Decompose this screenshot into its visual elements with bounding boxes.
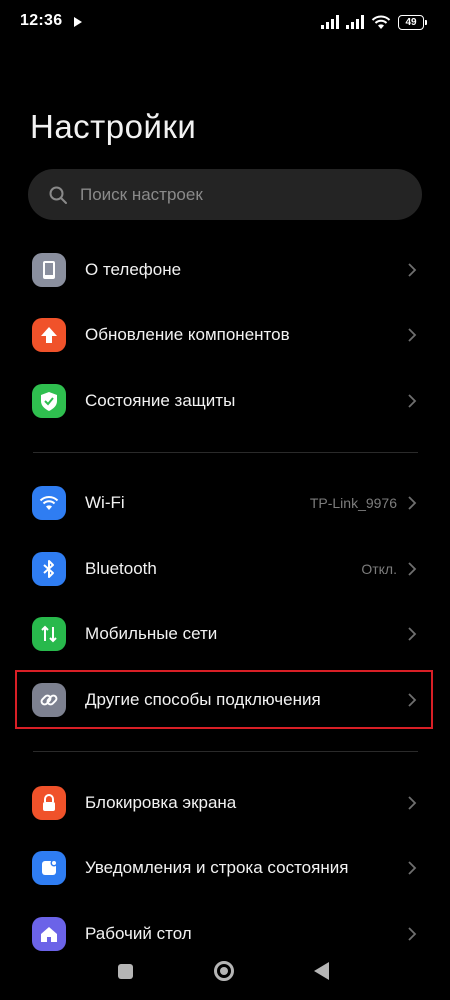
settings-item-label: О телефоне bbox=[85, 260, 182, 279]
chevron-right-icon bbox=[408, 394, 417, 408]
settings-item-label: Bluetooth bbox=[85, 559, 157, 578]
settings-item-label: Уведомления и строка состояния bbox=[85, 858, 349, 877]
battery-icon: 49 bbox=[398, 14, 427, 30]
divider bbox=[33, 452, 418, 453]
settings-item-label: Обновление компонентов bbox=[85, 325, 290, 344]
chevron-right-icon bbox=[408, 263, 417, 277]
bluetooth-icon bbox=[32, 552, 66, 586]
chevron-right-icon bbox=[408, 562, 417, 576]
navigation-bar bbox=[0, 945, 450, 1000]
settings-item-notifications[interactable]: Уведомления и строка состояния bbox=[0, 838, 450, 898]
settings-item-lock-screen[interactable]: Блокировка экрана bbox=[0, 773, 450, 833]
status-bar: 12:36 49 bbox=[0, 0, 450, 44]
recent-apps-button[interactable] bbox=[118, 964, 133, 979]
search-input[interactable] bbox=[80, 184, 380, 205]
chevron-right-icon bbox=[408, 861, 417, 875]
chevron-right-icon bbox=[408, 927, 417, 941]
chevron-right-icon bbox=[408, 627, 417, 641]
chevron-right-icon bbox=[408, 496, 417, 510]
wifi-icon bbox=[32, 486, 66, 520]
search-bar[interactable] bbox=[28, 169, 422, 220]
phone-icon bbox=[32, 253, 66, 287]
lock-icon bbox=[32, 786, 66, 820]
settings-item-mobile-networks[interactable]: Мобильные сети bbox=[0, 604, 450, 664]
search-icon bbox=[49, 186, 67, 204]
settings-item-bluetooth[interactable]: Bluetooth Откл. bbox=[0, 539, 450, 599]
notification-icon bbox=[32, 851, 66, 885]
chevron-right-icon bbox=[408, 328, 417, 342]
divider bbox=[33, 751, 418, 752]
page-title: Настройки bbox=[30, 108, 197, 145]
wifi-status-icon bbox=[371, 15, 391, 29]
settings-item-label: Блокировка экрана bbox=[85, 793, 237, 812]
play-indicator-icon bbox=[74, 17, 82, 27]
status-icons: 49 bbox=[321, 12, 427, 32]
wifi-network-name: TP-Link_9976 bbox=[309, 495, 397, 511]
settings-item-label: Wi-Fi bbox=[85, 493, 125, 512]
settings-item-label: Состояние защиты bbox=[85, 391, 236, 410]
battery-level: 49 bbox=[405, 16, 417, 28]
back-button[interactable] bbox=[314, 962, 329, 980]
status-time: 12:36 bbox=[20, 12, 63, 29]
settings-item-label: Мобильные сети bbox=[85, 624, 218, 643]
settings-item-wifi[interactable]: Wi-Fi TP-Link_9976 bbox=[0, 473, 450, 533]
settings-item-about-phone[interactable]: О телефоне bbox=[0, 240, 450, 300]
highlight-frame bbox=[15, 670, 433, 729]
settings-item-update[interactable]: Обновление компонентов bbox=[0, 305, 450, 365]
chevron-right-icon bbox=[408, 796, 417, 810]
arrow-up-icon bbox=[32, 318, 66, 352]
settings-item-security[interactable]: Состояние защиты bbox=[0, 371, 450, 431]
settings-item-label: Рабочий стол bbox=[85, 924, 192, 943]
signal-icon bbox=[321, 15, 339, 29]
home-button[interactable] bbox=[214, 961, 234, 981]
mobile-data-icon bbox=[32, 617, 66, 651]
bluetooth-status: Откл. bbox=[361, 561, 397, 577]
shield-check-icon bbox=[32, 384, 66, 418]
signal-icon-2 bbox=[346, 15, 364, 29]
